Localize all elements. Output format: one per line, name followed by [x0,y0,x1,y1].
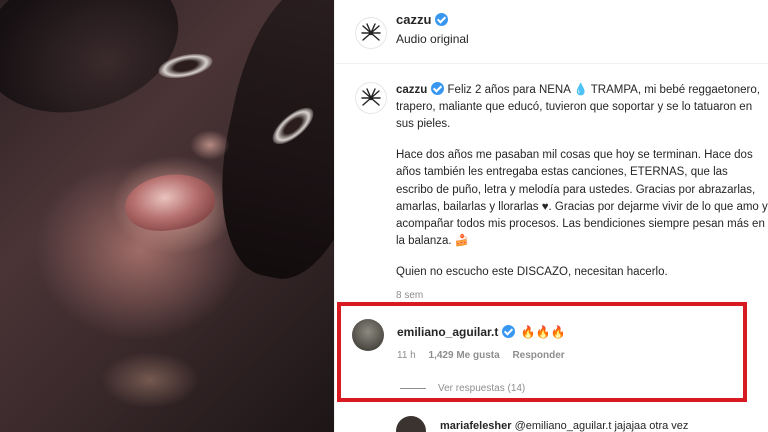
verified-icon [431,82,445,95]
comment-username[interactable]: emiliano_aguilar.t [397,325,498,339]
caption-paragraph-1: cazzu Feliz 2 años para NENA 💧 TRAMPA, m… [396,82,768,134]
spider-icon [361,88,381,106]
profile-avatar-spider-icon[interactable] [355,17,387,49]
header-username[interactable]: cazzu [396,12,449,27]
photo-nose [190,130,230,160]
photo-lips [121,169,219,236]
caption-paragraph-2: Hace dos años me pasaban mil cosas que h… [396,149,768,248]
audio-original-link[interactable]: Audio original [396,32,469,46]
next-comment-text: @emiliano_aguilar.t jajajaa otra vez [514,420,689,432]
caption-timestamp[interactable]: 8 sem [396,290,423,301]
comment-text: 🔥🔥🔥 [520,325,566,339]
caption-paragraph-3: Quien no escucho este DISCAZO, necesitan… [396,265,668,278]
comment-time[interactable]: 11 h [397,350,416,361]
view-replies-button[interactable]: Ver respuestas (14) [400,383,525,394]
view-replies-label: Ver respuestas (14) [438,383,526,394]
caption-username[interactable]: cazzu [396,84,427,96]
next-comment: mariafelesher @emiliano_aguilar.t jajaja… [440,420,760,432]
comment-avatar[interactable] [352,319,384,351]
caption-text-1: Feliz 2 años para NENA 💧 TRAMPA, mi bebé… [396,84,760,131]
post-header: cazzu Audio original [336,0,768,64]
spider-icon [361,23,381,41]
post-caption: cazzu Feliz 2 años para NENA 💧 TRAMPA, m… [396,82,768,295]
next-comment-username[interactable]: mariafelesher [440,420,512,432]
comment-header: emiliano_aguilar.t 🔥🔥🔥 [397,325,566,339]
panel-divider [334,0,335,432]
comment-meta: 11 h 1,429 Me gusta Responder [397,350,575,361]
post-photo[interactable] [0,0,334,432]
caption-avatar-spider-icon[interactable] [355,82,387,114]
comment-likes[interactable]: 1,429 Me gusta [429,350,500,361]
verified-icon [502,325,516,338]
verified-icon [435,13,449,26]
reply-button[interactable]: Responder [512,350,564,361]
next-comment-avatar[interactable] [396,416,426,432]
replies-line [400,387,426,389]
